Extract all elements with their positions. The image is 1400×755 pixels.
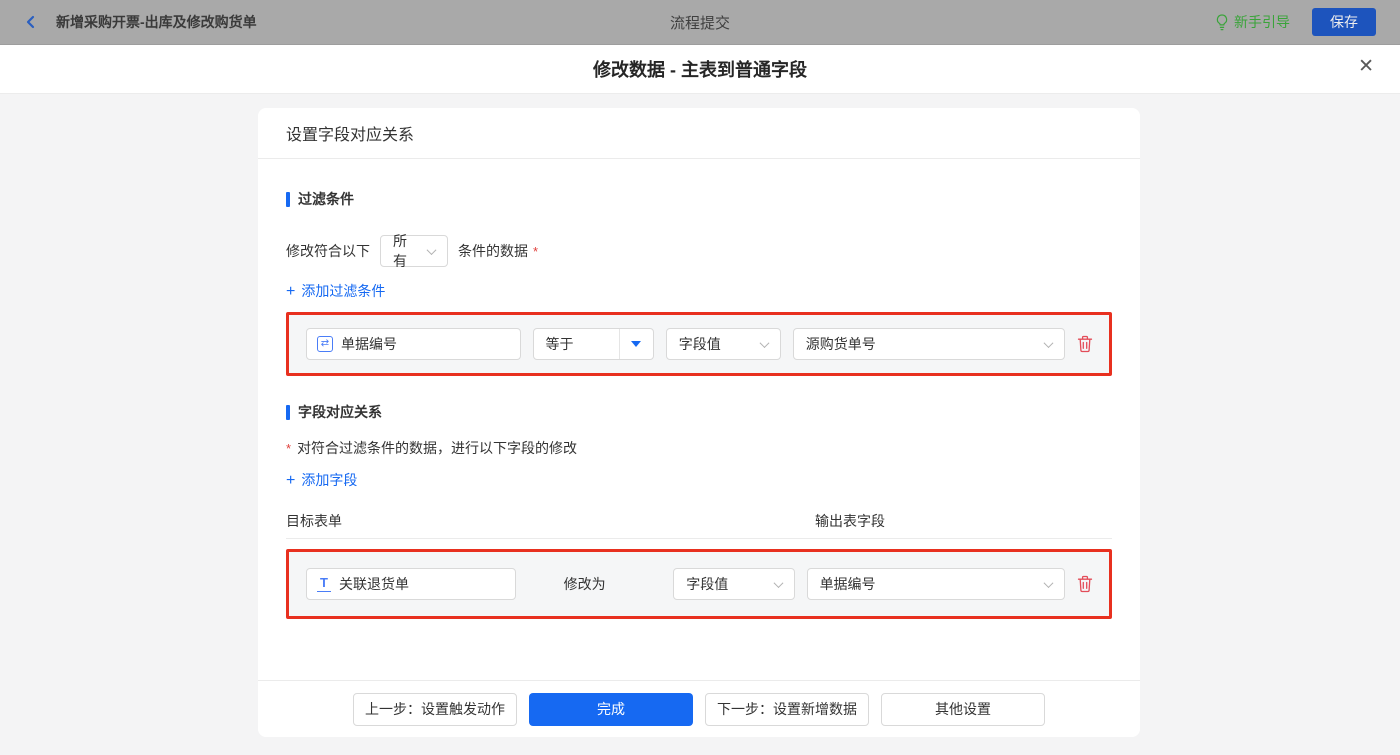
filter-section-label: 过滤条件 (298, 189, 354, 209)
add-filter-condition-label: 添加过滤条件 (301, 281, 385, 302)
match-mode-value: 所有 (393, 231, 420, 271)
mapping-row-annotation-box: T 关联退货单 修改为 字段值 单据编号 (286, 549, 1112, 619)
section-accent-bar (286, 405, 290, 420)
add-filter-condition-link[interactable]: + 添加过滤条件 (286, 281, 385, 302)
card-content: 过滤条件 修改符合以下 所有 条件的数据 * + 添加过滤条件 ⇄ (258, 189, 1140, 619)
close-icon[interactable]: ✕ (1358, 57, 1374, 76)
text-field-icon: T (317, 576, 331, 592)
operator-dropdown-button[interactable] (619, 329, 653, 359)
operator-value: 等于 (534, 329, 619, 359)
mapping-note-row: * 对符合过滤条件的数据，进行以下字段的修改 (286, 438, 1112, 458)
chevron-down-icon (759, 338, 769, 348)
save-button[interactable]: 保存 (1312, 8, 1376, 36)
field-mapping-card: 设置字段对应关系 过滤条件 修改符合以下 所有 条件的数据 * + 添加过滤条件 (258, 108, 1140, 737)
mapping-note-text: 对符合过滤条件的数据，进行以下字段的修改 (297, 438, 577, 458)
chevron-down-icon (773, 578, 783, 588)
filter-section-title: 过滤条件 (286, 189, 1112, 209)
trash-icon (1077, 575, 1093, 593)
modal-header: 修改数据 - 主表到普通字段 ✕ (0, 45, 1400, 94)
mapping-row: T 关联退货单 修改为 字段值 单据编号 (289, 552, 1109, 616)
required-mark: * (286, 441, 291, 456)
lightbulb-icon (1215, 14, 1229, 31)
modal-body: 设置字段对应关系 过滤条件 修改符合以下 所有 条件的数据 * + 添加过滤条件 (0, 94, 1400, 755)
card-footer: 上一步：设置触发动作 完成 下一步：设置新增数据 其他设置 (258, 680, 1140, 737)
chevron-left-icon (24, 15, 38, 29)
topbar: 新增采购开票-出库及修改购货单 流程提交 新手引导 保存 (0, 0, 1400, 45)
target-form-column-header: 目标表单 (286, 511, 342, 531)
add-field-label: 添加字段 (301, 470, 357, 491)
operator-select[interactable]: 等于 (533, 328, 654, 360)
filter-condition-annotation-box: ⇄ 单据编号 等于 字段值 源购货单号 (286, 312, 1112, 376)
mapping-table-headers: 目标表单 输出表字段 (286, 507, 1112, 539)
delete-mapping-button[interactable] (1077, 575, 1093, 593)
chevron-down-icon (427, 245, 437, 255)
required-mark: * (533, 244, 538, 259)
target-field-input[interactable]: T 关联退货单 (306, 568, 516, 600)
match-mode-select[interactable]: 所有 (380, 235, 448, 267)
output-field-column-header: 输出表字段 (815, 511, 885, 531)
compare-value: 源购货单号 (806, 334, 876, 354)
add-field-link[interactable]: + 添加字段 (286, 470, 357, 491)
card-header: 设置字段对应关系 (258, 108, 1140, 159)
chevron-down-icon (1044, 578, 1054, 588)
modify-to-label: 修改为 (564, 574, 612, 594)
serial-number-field-icon: ⇄ (317, 336, 333, 352)
back-button[interactable] (24, 15, 38, 29)
workflow-title: 新增采购开票-出库及修改购货单 (56, 12, 257, 32)
compare-value-select[interactable]: 源购货单号 (793, 328, 1065, 360)
caret-down-icon (631, 341, 641, 347)
prev-step-button[interactable]: 上一步：设置触发动作 (353, 693, 517, 726)
trash-icon (1077, 335, 1093, 353)
match-suffix-label: 条件的数据 (458, 241, 528, 261)
chevron-down-icon (1044, 338, 1054, 348)
other-settings-button[interactable]: 其他设置 (881, 693, 1045, 726)
guide-label: 新手引导 (1234, 12, 1290, 32)
modal-title: 修改数据 - 主表到普通字段 (593, 56, 807, 82)
value-type-select[interactable]: 字段值 (666, 328, 781, 360)
mapping-value-type-select[interactable]: 字段值 (673, 568, 794, 600)
plus-icon: + (286, 472, 295, 490)
filter-match-row: 修改符合以下 所有 条件的数据 * (286, 235, 1112, 267)
done-button[interactable]: 完成 (529, 693, 693, 726)
section-accent-bar (286, 192, 290, 207)
plus-icon: + (286, 283, 295, 301)
beginner-guide-link[interactable]: 新手引导 (1215, 12, 1290, 32)
mapping-value-select[interactable]: 单据编号 (807, 568, 1065, 600)
match-prefix-label: 修改符合以下 (286, 241, 370, 261)
filter-field-input[interactable]: ⇄ 单据编号 (306, 328, 521, 360)
mapping-section-label: 字段对应关系 (298, 402, 382, 422)
next-step-button[interactable]: 下一步：设置新增数据 (705, 693, 869, 726)
filter-field-value: 单据编号 (341, 334, 397, 354)
target-field-value: 关联退货单 (339, 574, 409, 594)
mapping-value-type-value: 字段值 (686, 574, 728, 594)
filter-condition-row: ⇄ 单据编号 等于 字段值 源购货单号 (289, 315, 1109, 373)
value-type-value: 字段值 (679, 334, 721, 354)
mapping-value: 单据编号 (820, 574, 876, 594)
mapping-section-title: 字段对应关系 (286, 402, 1112, 422)
delete-condition-button[interactable] (1077, 335, 1093, 353)
